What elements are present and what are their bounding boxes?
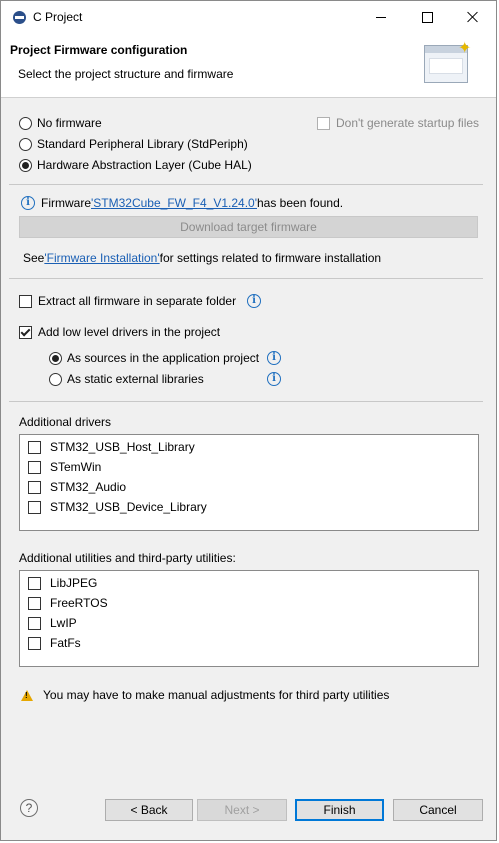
firmware-installation-link[interactable]: 'Firmware Installation'	[44, 251, 159, 265]
radio-as-static[interactable]: As static external libraries	[49, 372, 204, 386]
checkbox-box[interactable]	[28, 460, 41, 474]
additional-utilities-list[interactable]: LibJPEG FreeRTOS LwIP FatFs	[19, 570, 479, 667]
radio-label: Standard Peripheral Library (StdPeriph)	[37, 137, 248, 151]
firmware-prefix: Firmware	[41, 196, 91, 210]
see-suffix: for settings related to firmware install…	[159, 251, 382, 265]
window-title: C Project	[33, 10, 83, 24]
radio-label: As sources in the application project	[67, 351, 260, 365]
page-title: Project Firmware configuration	[10, 43, 188, 57]
radio-label: No firmware	[37, 116, 102, 130]
see-prefix: See	[23, 251, 45, 265]
checkbox-label: Extract all firmware in separate folder	[38, 294, 237, 308]
firmware-installation-line: See 'Firmware Installation' for settings…	[23, 251, 381, 265]
third-party-warning: You may have to make manual adjustments …	[21, 688, 389, 702]
help-button[interactable]: ?	[20, 799, 38, 817]
radio-circle[interactable]	[19, 158, 32, 172]
list-item[interactable]: LibJPEG	[28, 576, 97, 590]
checkbox-add-low-level[interactable]: Add low level drivers in the project	[19, 325, 220, 339]
separator	[9, 401, 483, 402]
minimize-button[interactable]	[358, 1, 404, 33]
maximize-icon	[421, 11, 433, 23]
list-item-label: FatFs	[50, 636, 81, 650]
list-item-label: LwIP	[50, 616, 77, 630]
list-item-label: STM32_Audio	[50, 480, 127, 494]
eclipse-icon	[13, 11, 26, 24]
checkbox-box[interactable]	[19, 294, 32, 308]
list-item[interactable]: FreeRTOS	[28, 596, 108, 610]
radio-circle[interactable]	[19, 137, 32, 151]
back-button[interactable]: < Back	[105, 799, 193, 821]
list-item[interactable]: FatFs	[28, 636, 81, 650]
checkbox-box[interactable]	[28, 576, 41, 590]
radio-no-firmware[interactable]: No firmware	[19, 116, 102, 130]
checkbox-box[interactable]	[28, 500, 41, 514]
list-item-label: STM32_USB_Device_Library	[50, 500, 207, 514]
additional-utilities-label: Additional utilities and third-party uti…	[19, 551, 236, 565]
checkbox-label: Add low level drivers in the project	[38, 325, 221, 339]
list-item[interactable]: STemWin	[28, 460, 101, 474]
additional-drivers-label: Additional drivers	[19, 415, 112, 429]
radio-cube-hal[interactable]: Hardware Abstraction Layer (Cube HAL)	[19, 158, 252, 172]
radio-label: As static external libraries	[67, 372, 204, 386]
info-icon: i	[21, 196, 35, 210]
list-item[interactable]: STM32_Audio	[28, 480, 126, 494]
checkbox-box[interactable]	[28, 596, 41, 610]
wizard-header: Project Firmware configuration Select th…	[1, 33, 496, 98]
info-icon[interactable]: i	[267, 372, 281, 386]
finish-button[interactable]: Finish	[295, 799, 384, 821]
close-icon	[467, 11, 479, 23]
cancel-button[interactable]: Cancel	[393, 799, 483, 821]
checkbox-dont-generate-startup: Don't generate startup files	[317, 116, 479, 130]
info-icon[interactable]: i	[267, 351, 281, 365]
list-item[interactable]: STM32_USB_Host_Library	[28, 440, 195, 454]
firmware-found-line: i Firmware 'STM32Cube_FW_F4_V1.24.0' has…	[21, 196, 343, 210]
checkbox-box[interactable]	[28, 636, 41, 650]
next-button[interactable]: Next >	[197, 799, 287, 821]
additional-drivers-list[interactable]: STM32_USB_Host_Library STemWin STM32_Aud…	[19, 434, 479, 531]
warning-icon	[21, 689, 33, 701]
info-icon[interactable]: i	[247, 294, 262, 308]
warning-text: You may have to make manual adjustments …	[43, 688, 390, 702]
checkbox-extract-all[interactable]: Extract all firmware in separate folder …	[19, 294, 262, 308]
list-item-label: STM32_USB_Host_Library	[50, 440, 195, 454]
separator	[9, 184, 483, 185]
radio-circle[interactable]	[19, 116, 32, 130]
download-firmware-button[interactable]: Download target firmware	[19, 216, 478, 238]
checkbox-box[interactable]	[28, 616, 41, 630]
firmware-suffix: has been found.	[257, 196, 344, 210]
checkbox-box[interactable]	[28, 480, 41, 494]
list-item-label: LibJPEG	[50, 576, 98, 590]
sparkle-icon: ✦	[458, 40, 472, 57]
firmware-link[interactable]: 'STM32Cube_FW_F4_V1.24.0'	[91, 196, 257, 210]
radio-stdperiph[interactable]: Standard Peripheral Library (StdPeriph)	[19, 137, 248, 151]
radio-circle[interactable]	[49, 351, 62, 365]
list-item[interactable]: LwIP	[28, 616, 77, 630]
checkbox-box[interactable]	[19, 325, 32, 339]
radio-as-sources[interactable]: As sources in the application project	[49, 351, 259, 365]
checkbox-box	[317, 116, 330, 130]
radio-label: Hardware Abstraction Layer (Cube HAL)	[37, 158, 252, 172]
title-bar: C Project	[1, 1, 496, 33]
checkbox-label: Don't generate startup files	[336, 116, 480, 130]
maximize-button[interactable]	[404, 1, 450, 33]
radio-circle[interactable]	[49, 372, 62, 386]
checkbox-box[interactable]	[28, 440, 41, 454]
separator	[9, 278, 483, 279]
minimize-icon	[376, 16, 386, 18]
list-item[interactable]: STM32_USB_Device_Library	[28, 500, 207, 514]
close-button[interactable]	[450, 1, 496, 33]
wizard-content: No firmware Don't generate startup files…	[1, 98, 496, 778]
page-subtitle: Select the project structure and firmwar…	[18, 67, 234, 81]
dialog-window: C Project Project Firmware configuration…	[0, 0, 497, 841]
list-item-label: FreeRTOS	[50, 596, 108, 610]
list-item-label: STemWin	[50, 460, 102, 474]
